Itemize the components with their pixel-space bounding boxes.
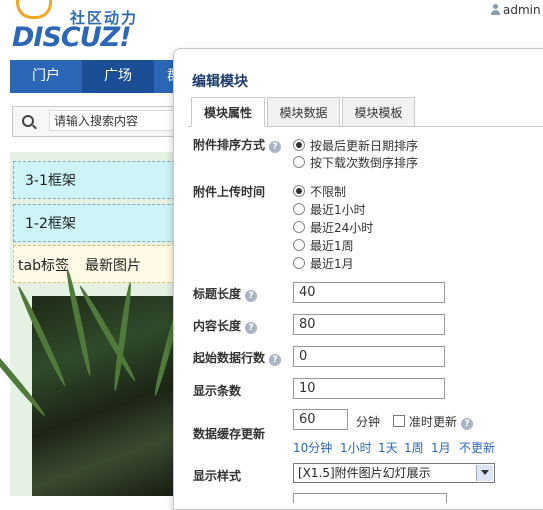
cache-link-1m[interactable]: 1月 (431, 439, 451, 456)
radio-checked-icon[interactable] (293, 139, 305, 151)
upload-time-1m[interactable]: 最近1月 (293, 255, 354, 272)
radio-icon[interactable] (293, 221, 305, 233)
radio-icon[interactable] (293, 203, 305, 215)
next-field-partial[interactable] (293, 493, 447, 503)
title-length-input[interactable]: 40 (293, 282, 445, 303)
help-icon[interactable]: ? (245, 290, 258, 302)
tab-module-properties[interactable]: 模块属性 (191, 97, 265, 127)
dialog-title: 编辑模块 (192, 74, 248, 90)
cache-label: 数据缓存更新 (193, 427, 266, 441)
cache-link-1d[interactable]: 1天 (378, 439, 398, 456)
content-length-input[interactable]: 80 (293, 314, 445, 335)
logo-cloud-icon (16, 0, 52, 19)
help-icon[interactable]: ? (269, 354, 282, 366)
cache-link-10min[interactable]: 10分钟 (293, 439, 332, 456)
start-row-input[interactable]: 0 (293, 346, 445, 367)
title-length-label: 标题长度? (193, 285, 258, 302)
tab-title[interactable]: 最新图片 (85, 255, 141, 275)
nav-item-portal[interactable]: 门户 (10, 60, 82, 93)
sort-option-downloads[interactable]: 按下载次数倒序排序 (293, 154, 418, 171)
search-icon[interactable] (22, 115, 34, 127)
upload-time-24h[interactable]: 最近24小时 (293, 219, 373, 236)
edit-module-dialog: 编辑模块 模块属性 模块数据 模块模板 附件排序方式? 按最后更新日期排序 按下… (173, 48, 543, 510)
tab-label: tab标签 (18, 258, 69, 274)
frame-1-2[interactable]: 1-2框架 (13, 204, 185, 242)
slideshow-image (0, 267, 187, 496)
cache-minutes-input[interactable]: 60 (293, 409, 348, 430)
cache-unit: 分钟 (356, 415, 381, 429)
help-icon[interactable]: ? (461, 418, 474, 430)
upload-time-label: 附件上传时间 (193, 185, 266, 199)
sort-label: 附件排序方式? (193, 136, 282, 153)
frame-3-1[interactable]: 3-1框架 (13, 161, 185, 199)
help-icon[interactable]: ? (245, 322, 258, 334)
radio-checked-icon[interactable] (293, 185, 305, 197)
radio-icon[interactable] (293, 239, 305, 251)
display-count-label: 显示条数 (193, 384, 242, 398)
start-row-label: 起始数据行数? (193, 349, 282, 366)
search-bar: 请输入搜索内容 (12, 106, 189, 137)
display-style-value: [X1.5]附件图片幻灯展示 (298, 466, 431, 480)
radio-icon[interactable] (293, 257, 305, 269)
user-name[interactable]: admin (503, 3, 541, 17)
display-style-select[interactable]: [X1.5]附件图片幻灯展示 (293, 463, 495, 483)
chevron-down-icon[interactable] (476, 465, 493, 481)
sort-option-updated[interactable]: 按最后更新日期排序 (293, 137, 418, 154)
tab-block[interactable]: tab标签 最新图片 (13, 245, 185, 283)
content-length-label: 内容长度? (193, 317, 258, 334)
display-count-input[interactable]: 10 (293, 378, 445, 399)
nav-item-square[interactable]: 广场 (82, 60, 154, 93)
upload-time-any[interactable]: 不限制 (293, 183, 346, 200)
user-icon (491, 4, 500, 15)
cache-link-1w[interactable]: 1周 (404, 439, 424, 456)
display-style-label: 显示样式 (193, 469, 242, 483)
help-icon[interactable]: ? (269, 141, 282, 153)
site-logo[interactable]: DISCUZ! (12, 22, 132, 53)
realtime-update-checkbox[interactable]: 准时更新? (393, 413, 474, 430)
radio-icon[interactable] (293, 156, 305, 168)
cache-link-never[interactable]: 不更新 (459, 439, 495, 456)
tab-module-data[interactable]: 模块数据 (267, 97, 340, 127)
upload-time-1w[interactable]: 最近1周 (293, 237, 354, 254)
tab-module-template[interactable]: 模块模板 (342, 97, 415, 127)
upload-time-1h[interactable]: 最近1小时 (293, 201, 366, 218)
user-menu[interactable]: admin (491, 3, 541, 17)
cache-link-1h[interactable]: 1小时 (340, 439, 372, 456)
search-input[interactable]: 请输入搜索内容 (49, 110, 187, 131)
checkbox-icon[interactable] (393, 415, 405, 427)
